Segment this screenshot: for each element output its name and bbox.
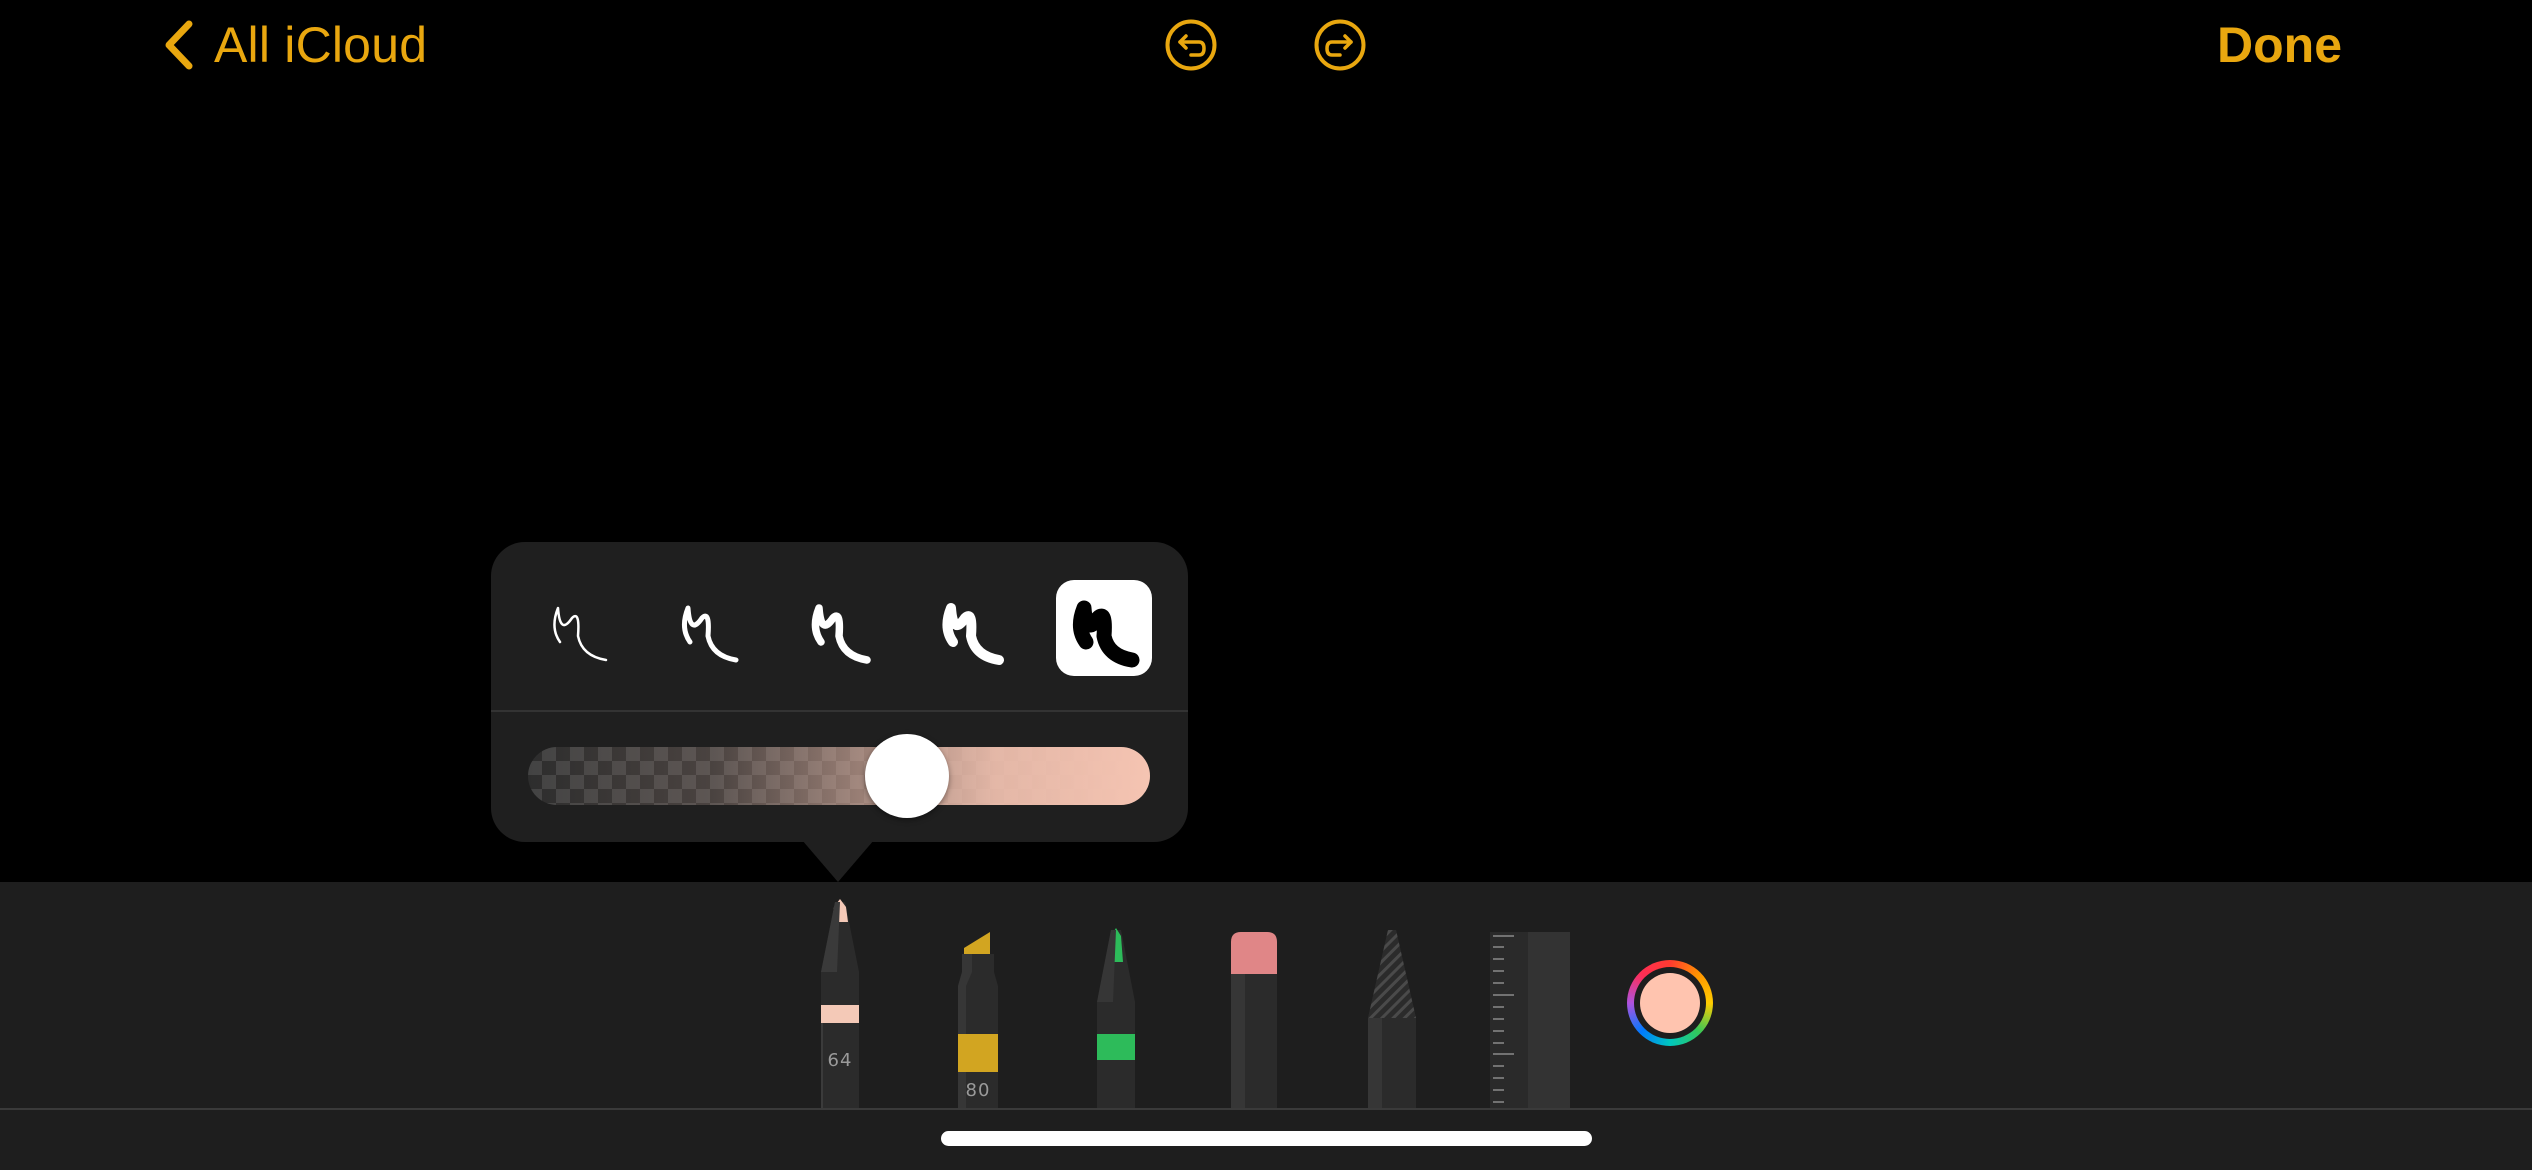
popover-divider	[491, 710, 1188, 712]
undo-icon	[1165, 19, 1217, 71]
undo-button[interactable]	[1165, 19, 1217, 71]
pencil-icon	[821, 899, 859, 1108]
opacity-slider[interactable]	[528, 747, 1150, 805]
stroke-sample-icon	[682, 605, 739, 663]
marker-number: 80	[965, 1080, 991, 1101]
stroke-width-option-5[interactable]	[1056, 580, 1152, 676]
pen-icon	[1097, 928, 1135, 1108]
opacity-gradient	[528, 747, 1150, 805]
eraser-tool[interactable]	[1229, 932, 1279, 1108]
tool-palette-baseline	[0, 1108, 2532, 1110]
done-button[interactable]: Done	[2217, 12, 2342, 78]
stroke-width-option-4[interactable]	[923, 580, 1019, 676]
pen-tool[interactable]	[1091, 928, 1141, 1108]
drawing-canvas[interactable]: All iCloud Done 64 80	[0, 0, 2532, 1170]
popover-arrow	[802, 840, 874, 882]
redo-button[interactable]	[1314, 19, 1366, 71]
back-button[interactable]: All iCloud	[162, 12, 427, 78]
stroke-sample-icon	[553, 606, 608, 662]
stroke-sample-icon	[811, 604, 871, 664]
stroke-width-option-2[interactable]	[660, 580, 756, 676]
pencil-number: 64	[827, 1050, 853, 1071]
redo-icon	[1314, 19, 1366, 71]
color-picker-button[interactable]	[1627, 960, 1713, 1046]
stroke-sample-icon	[942, 603, 1004, 665]
pencil-tool[interactable]: 64	[815, 899, 865, 1108]
marker-tool[interactable]: 80	[952, 932, 1004, 1108]
stroke-width-option-3[interactable]	[791, 580, 887, 676]
stroke-sample-icon	[1073, 600, 1140, 668]
ruler-icon	[1490, 932, 1570, 1108]
eraser-icon	[1231, 932, 1277, 1108]
lasso-icon	[1368, 930, 1416, 1108]
home-indicator[interactable]	[941, 1131, 1592, 1146]
opacity-slider-thumb[interactable]	[865, 734, 949, 818]
lasso-tool[interactable]	[1366, 930, 1418, 1108]
back-button-label: All iCloud	[214, 17, 428, 73]
current-color-swatch	[1640, 973, 1700, 1033]
stroke-width-option-1[interactable]	[530, 580, 626, 676]
ruler-tool[interactable]	[1490, 932, 1570, 1108]
chevron-left-icon	[162, 19, 196, 71]
